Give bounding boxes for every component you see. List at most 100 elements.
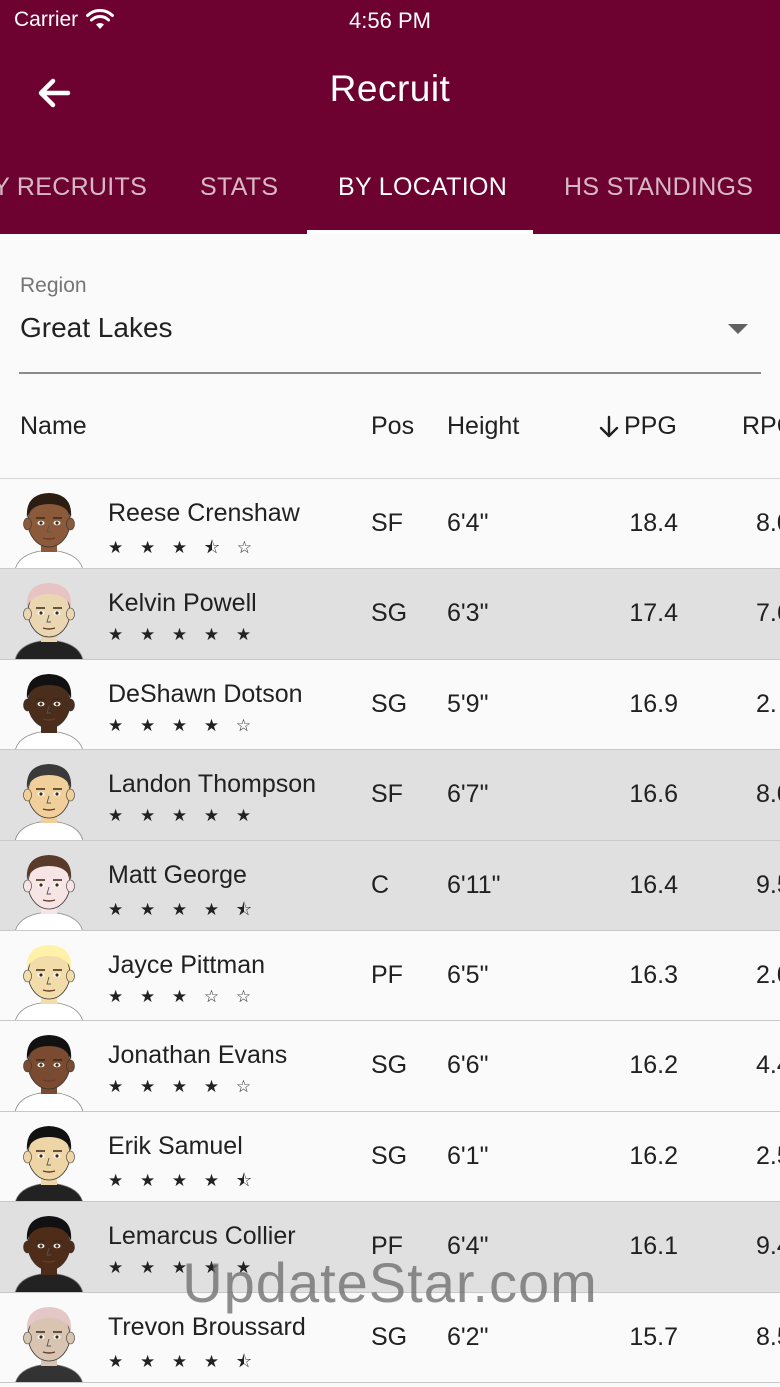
arrow-down-icon [599, 415, 619, 437]
player-rpg: 8.0 [756, 780, 780, 809]
player-avatar-icon [15, 583, 83, 659]
tab-my-recruits[interactable]: MY RECRUITS [0, 144, 147, 234]
table-header: Name Pos Height PPG RPG [0, 384, 780, 479]
player-height: 6'3" [447, 599, 489, 628]
player-position: SG [371, 689, 408, 718]
player-height: 6'1" [447, 1141, 489, 1170]
player-ppg: 16.1 [629, 1232, 678, 1261]
app-bar: Carrier 4:56 PM Recruit MY RECRUITS STAT… [0, 0, 780, 234]
star-rating: ★ ★ ★ ★ ★ [108, 1258, 258, 1278]
table-row[interactable]: Matt George ★ ★ ★ ★ ⯪ C 6'11" 16.4 9.5 [0, 840, 780, 931]
player-ppg: 18.4 [629, 509, 678, 537]
region-dropdown[interactable] [19, 264, 761, 374]
status-bar: Carrier 4:56 PM [0, 0, 780, 40]
player-name: Matt George [108, 860, 247, 889]
player-height: 6'6" [447, 1051, 489, 1080]
star-rating: ★ ★ ★ ☆ ☆ [108, 986, 258, 1006]
toolbar: Recruit [0, 40, 780, 144]
column-header-rpg[interactable]: RPG [742, 412, 780, 441]
player-avatar-icon [15, 944, 83, 1021]
player-rpg: 4.4 [756, 1051, 780, 1080]
column-header-name[interactable]: Name [20, 412, 87, 441]
table-row[interactable]: Reese Crenshaw ★ ★ ★ ⯪ ☆ SF 6'4" 18.4 8.… [0, 479, 780, 570]
table-row[interactable]: Kelvin Powell ★ ★ ★ ★ ★ SG 6'3" 17.4 7.6 [0, 569, 780, 660]
player-position: SG [371, 1141, 408, 1170]
star-rating: ★ ★ ★ ★ ☆ [108, 1077, 258, 1097]
tab-hs-standings[interactable]: HS STANDINGS [564, 144, 753, 234]
player-ppg: 16.9 [629, 689, 678, 718]
player-ppg: 16.4 [629, 870, 678, 899]
player-position: SG [371, 1051, 408, 1080]
player-ppg: 16.2 [629, 1141, 678, 1170]
star-rating: ★ ★ ★ ★ ★ [108, 625, 258, 645]
player-avatar-icon [15, 854, 83, 930]
player-ppg: 15.7 [629, 1322, 678, 1351]
player-position: SF [371, 780, 403, 809]
player-height: 6'4" [447, 1232, 489, 1261]
star-rating: ★ ★ ★ ★ ★ [108, 806, 258, 826]
star-rating: ★ ★ ★ ★ ☆ [108, 715, 258, 735]
player-position: SG [371, 599, 408, 628]
player-avatar-icon [15, 1216, 83, 1292]
player-name: DeShawn Dotson [108, 679, 303, 708]
player-avatar-icon [15, 1125, 83, 1202]
player-position: PF [371, 1232, 403, 1261]
player-rpg: 9.5 [756, 870, 780, 899]
player-name: Trevon Broussard [108, 1312, 306, 1341]
player-name: Kelvin Powell [108, 589, 257, 618]
player-height: 6'11" [447, 870, 501, 899]
player-height: 6'2" [447, 1322, 489, 1351]
status-time: 4:56 PM [349, 8, 431, 33]
player-name: Lemarcus Collier [108, 1222, 296, 1251]
column-header-ppg-label: PPG [624, 412, 677, 440]
player-rpg: 8.5 [756, 1322, 780, 1351]
star-rating: ★ ★ ★ ★ ⯪ [108, 1170, 258, 1190]
table-row[interactable]: Trevon Broussard ★ ★ ★ ★ ⯪ SG 6'2" 15.7 … [0, 1293, 780, 1383]
player-rpg: 9.4 [756, 1232, 780, 1261]
tab-by-location[interactable]: BY LOCATION [338, 144, 507, 234]
column-header-pos[interactable]: Pos [371, 412, 414, 441]
player-ppg: 16.2 [629, 1051, 678, 1080]
player-ppg: 16.3 [629, 960, 678, 989]
player-position: SF [371, 509, 403, 537]
table-row[interactable]: Lemarcus Collier ★ ★ ★ ★ ★ PF 6'4" 16.1 … [0, 1202, 780, 1293]
player-avatar-icon [15, 493, 83, 569]
player-avatar-icon [15, 764, 83, 840]
player-ppg: 17.4 [629, 599, 678, 628]
player-name: Jayce Pittman [108, 950, 266, 979]
player-avatar-icon [15, 1035, 83, 1111]
star-rating: ★ ★ ★ ⯪ ☆ [108, 538, 258, 557]
player-name: Landon Thompson [108, 770, 317, 799]
recruits-table: Name Pos Height PPG RPG Reese Crenshaw [0, 384, 780, 1383]
column-header-height[interactable]: Height [447, 412, 519, 441]
table-row[interactable]: Jayce Pittman ★ ★ ★ ☆ ☆ PF 6'5" 16.3 2.0 [0, 931, 780, 1022]
player-height: 6'5" [447, 960, 489, 989]
player-position: PF [371, 960, 403, 989]
player-ppg: 16.6 [629, 780, 678, 809]
player-name: Erik Samuel [108, 1131, 243, 1160]
table-body: Reese Crenshaw ★ ★ ★ ⯪ ☆ SF 6'4" 18.4 8.… [0, 479, 780, 1383]
player-position: C [371, 870, 390, 899]
region-selector: Region Great Lakes [0, 234, 780, 384]
player-position: SG [371, 1322, 408, 1351]
player-height: 6'7" [447, 780, 489, 809]
tab-stats[interactable]: STATS [200, 144, 278, 234]
star-rating: ★ ★ ★ ★ ⯪ [108, 899, 258, 919]
player-rpg: 8.0 [756, 509, 780, 537]
player-height: 5'9" [447, 689, 489, 718]
player-name: Jonathan Evans [108, 1041, 288, 1070]
table-row[interactable]: Landon Thompson ★ ★ ★ ★ ★ SF 6'7" 16.6 8… [0, 750, 780, 841]
table-row[interactable]: Jonathan Evans ★ ★ ★ ★ ☆ SG 6'6" 16.2 4.… [0, 1021, 780, 1112]
player-avatar-icon [15, 673, 83, 750]
column-header-ppg[interactable]: PPG [598, 412, 677, 441]
table-row[interactable]: Erik Samuel ★ ★ ★ ★ ⯪ SG 6'1" 16.2 2.5 [0, 1112, 780, 1203]
player-rpg: 2.0 [756, 960, 780, 989]
player-name: Reese Crenshaw [108, 499, 300, 527]
player-rpg: 7.6 [756, 599, 780, 628]
table-row[interactable]: DeShawn Dotson ★ ★ ★ ★ ☆ SG 5'9" 16.9 2. [0, 660, 780, 751]
player-rpg: 2. [756, 689, 777, 718]
page-title: Recruit [329, 68, 451, 109]
tab-bar: MY RECRUITS STATS BY LOCATION HS STANDIN… [0, 144, 780, 234]
player-avatar-icon [15, 1306, 83, 1382]
player-rpg: 2.5 [756, 1141, 780, 1170]
